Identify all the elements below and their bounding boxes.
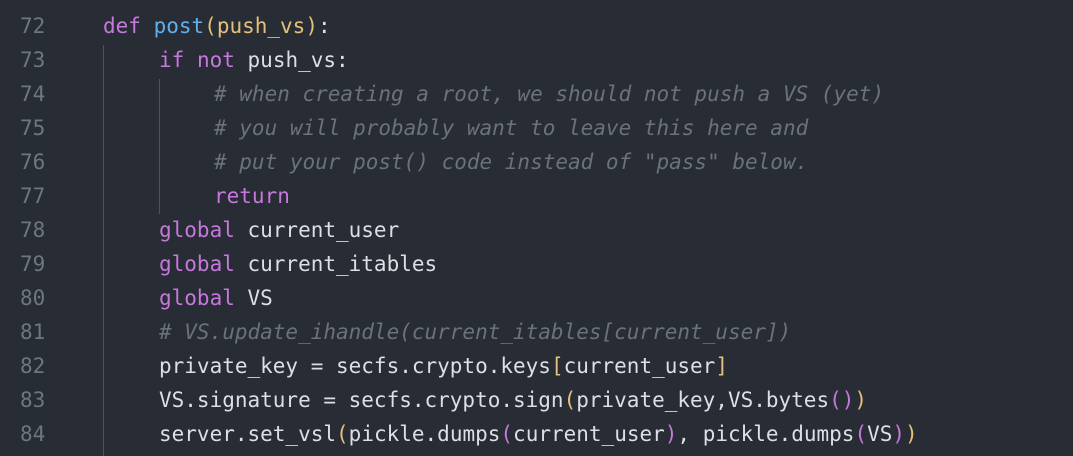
line-number: 73 [20, 48, 46, 72]
text-token: server.set_vsl [159, 422, 337, 446]
code-line: 72 def post(push_vs): [0, 9, 1073, 43]
comment-text: # you will probably want to leave this h… [214, 116, 809, 140]
function-name-token: post [153, 14, 205, 38]
bracket-token: ) [905, 422, 918, 446]
code-editor[interactable]: 72 def post(push_vs): 73 if not push_vs:… [0, 0, 1073, 456]
bracket-token: ) [854, 388, 868, 412]
bracket-token: ( [829, 388, 842, 412]
parameter-token: push_vs [216, 14, 306, 38]
bracket-token: ( [563, 388, 577, 412]
keyword-token: global [159, 252, 235, 276]
text-token: VS [867, 422, 893, 446]
keyword-token: not [196, 48, 235, 72]
comment-text: # put your post() code instead of "pass"… [214, 150, 809, 174]
line-number: 78 [20, 218, 46, 242]
text-token: pickle.dumps [348, 422, 501, 446]
line-number: 76 [20, 150, 46, 174]
code-line: 80 global VS [0, 281, 1073, 315]
code-line: 77 return [0, 179, 1073, 213]
line-number: 83 [20, 388, 46, 412]
bracket-token: ] [715, 354, 728, 378]
line-number: 72 [20, 14, 46, 38]
text-token: VS.signature = secfs.crypto.sign [159, 388, 564, 412]
text-token: private_key = secfs.crypto.keys [159, 354, 551, 378]
line-number: 77 [20, 184, 46, 208]
text-token: current_user [563, 354, 716, 378]
text-token: push_vs: [234, 48, 349, 72]
code-line: 75 # you will probably want to leave thi… [0, 111, 1073, 145]
bracket-token: [ [550, 354, 564, 378]
code-line: 84 server.set_vsl(pickle.dumps(current_u… [0, 417, 1073, 451]
code-text: VS.signature = secfs.crypto.sign(private… [159, 388, 867, 412]
comment-text: # VS.update_ihandle(current_itables[curr… [159, 320, 792, 344]
code-text: if not push_vs: [159, 48, 349, 72]
keyword-token: if [159, 48, 185, 72]
code-line: 81 # VS.update_ihandle(current_itables[c… [0, 315, 1073, 349]
bracket-token: ( [204, 14, 217, 38]
line-number: 84 [20, 422, 46, 446]
line-number: 82 [20, 354, 46, 378]
bracket-token: ) [892, 422, 906, 446]
comment-text: # when creating a root, we should not pu… [214, 82, 885, 106]
code-text: def post(push_vs): [103, 14, 331, 38]
code-text: global current_itables [159, 252, 437, 276]
line-number: 80 [20, 286, 46, 310]
keyword-token: global [159, 286, 235, 310]
text-token: , pickle.dumps [677, 422, 855, 446]
bracket-token: ) [664, 422, 678, 446]
punctuation-token: : [318, 14, 331, 38]
keyword-token: return [214, 184, 290, 208]
code-text: global VS [159, 286, 273, 310]
text-token: VS [234, 286, 273, 310]
bracket-token: ( [336, 422, 349, 446]
code-line: 78 global current_user [0, 213, 1073, 247]
bracket-token: ) [305, 14, 318, 38]
code-line: 74 # when creating a root, we should not… [0, 77, 1073, 111]
code-text: private_key = secfs.crypto.keys[current_… [159, 354, 728, 378]
code-line: 83 VS.signature = secfs.crypto.sign(priv… [0, 383, 1073, 417]
code-text: server.set_vsl(pickle.dumps(current_user… [159, 422, 918, 446]
bracket-token: ( [854, 422, 868, 446]
code-line: 82 private_key = secfs.crypto.keys[curre… [0, 349, 1073, 383]
bracket-token: ( [500, 422, 514, 446]
line-number: 79 [20, 252, 46, 276]
line-number: 74 [20, 82, 46, 106]
keyword-token: def [103, 14, 141, 38]
code-text: global current_user [159, 218, 399, 242]
code-line: 79 global current_itables [0, 247, 1073, 281]
code-line: 76 # put your post() code instead of "pa… [0, 145, 1073, 179]
line-number: 75 [20, 116, 46, 140]
line-number: 81 [20, 320, 46, 344]
bracket-token: ) [841, 388, 855, 412]
text-token: current_user [234, 218, 400, 242]
text-token: current_itables [234, 252, 438, 276]
keyword-token: global [159, 218, 235, 242]
text-token: private_key,VS.bytes [576, 388, 830, 412]
code-line: 73 if not push_vs: [0, 43, 1073, 77]
text-token: current_user [513, 422, 665, 446]
